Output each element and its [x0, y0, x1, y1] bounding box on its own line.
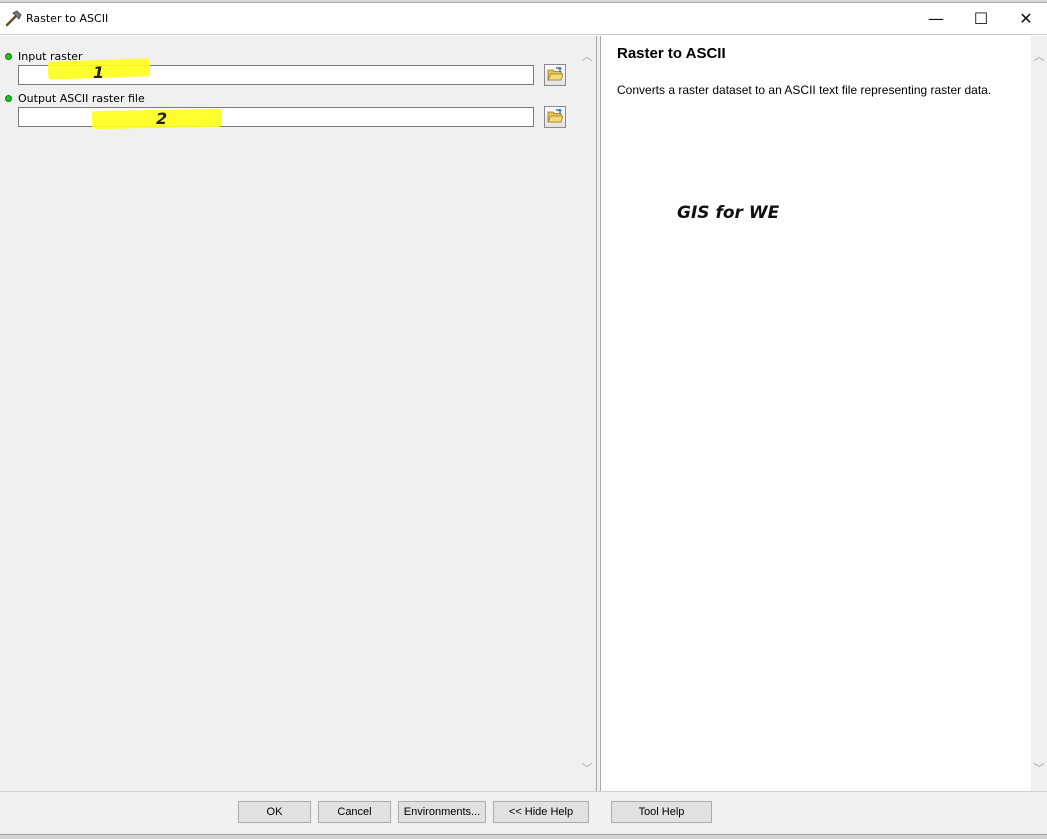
output-ascii-label: Output ASCII raster file — [18, 92, 145, 105]
scroll-down-arrow-icon[interactable]: ﹀ — [1031, 760, 1047, 776]
environments-button[interactable]: Environments... — [398, 801, 486, 823]
scroll-down-arrow-icon[interactable]: ﹀ — [578, 760, 596, 776]
help-title: Raster to ASCII — [617, 45, 726, 62]
ok-button[interactable]: OK — [238, 801, 311, 823]
annotation-number: 1 — [93, 63, 105, 82]
minimize-button[interactable]: — — [913, 3, 959, 33]
annotation-number: 2 — [156, 109, 168, 128]
dialog-button-bar: OK Cancel Environments... << Hide Help T… — [0, 791, 1047, 839]
help-pane: Raster to ASCII Converts a raster datase… — [601, 36, 1047, 791]
browse-output-file-button[interactable] — [544, 106, 566, 128]
window-bottom-border — [0, 834, 1047, 839]
scroll-up-arrow-icon[interactable]: ︿ — [578, 48, 596, 64]
cancel-button[interactable]: Cancel — [318, 801, 391, 823]
help-scrollbar[interactable]: ︿ ﹀ — [1031, 36, 1047, 791]
open-folder-icon — [547, 66, 564, 84]
parameters-pane: Input raster 1 Output ASCII raster file … — [0, 36, 597, 791]
watermark-text: GIS for WE — [677, 203, 780, 223]
title-bar: Raster to ASCII — ☐ ✕ — [0, 3, 1047, 35]
scroll-up-arrow-icon[interactable]: ︿ — [1031, 48, 1047, 64]
close-button[interactable]: ✕ — [1003, 3, 1047, 33]
hide-help-button[interactable]: << Hide Help — [493, 801, 589, 823]
hammer-tool-icon — [4, 9, 24, 29]
help-description: Converts a raster dataset to an ASCII te… — [617, 83, 992, 97]
maximize-button[interactable]: ☐ — [958, 3, 1004, 33]
parameters-scrollbar[interactable]: ︿ ﹀ — [578, 36, 596, 791]
tool-help-button[interactable]: Tool Help — [611, 801, 712, 823]
required-indicator-icon — [5, 53, 12, 60]
required-indicator-icon — [5, 95, 12, 102]
open-folder-icon — [547, 108, 564, 126]
window-title: Raster to ASCII — [26, 12, 109, 25]
browse-input-raster-button[interactable] — [544, 64, 566, 86]
